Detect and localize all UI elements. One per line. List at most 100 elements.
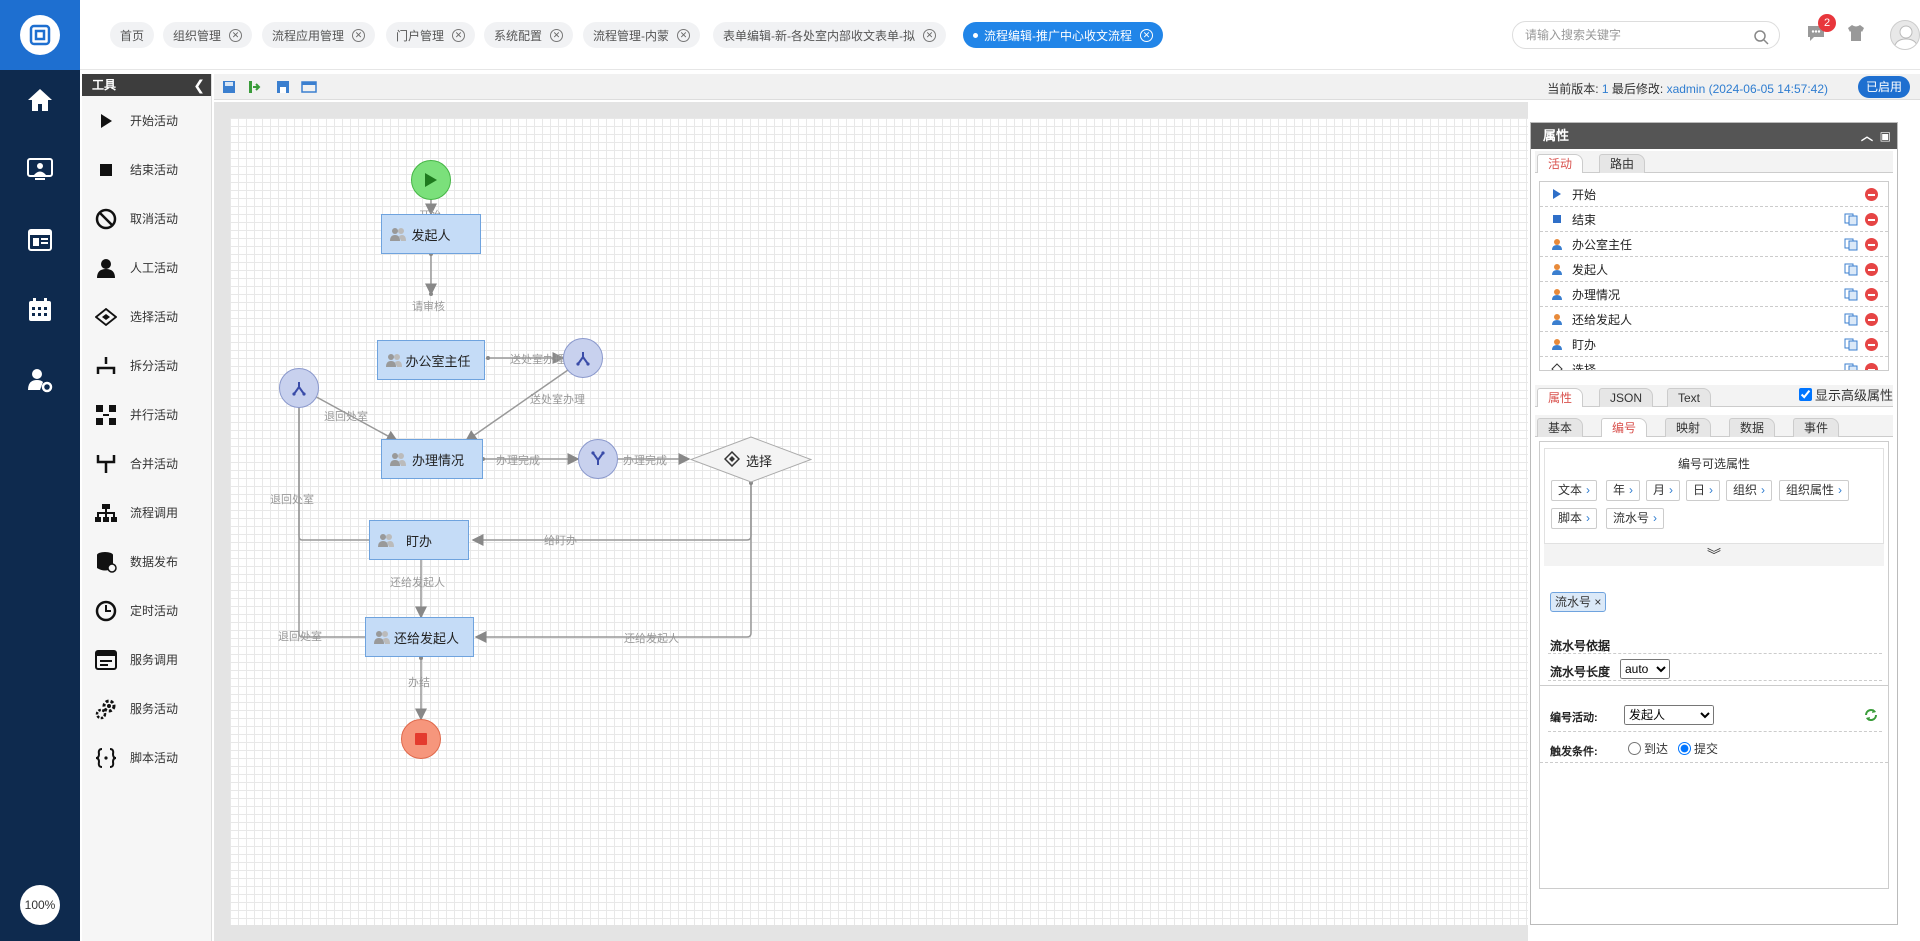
tab-flow-management[interactable]: 流程管理-内蒙 ✕ [583, 22, 700, 48]
tab-data[interactable]: 数据 [1729, 418, 1776, 437]
selected-chip[interactable]: 流水号 × [1550, 592, 1607, 612]
calendar-icon[interactable] [0, 290, 80, 330]
close-icon[interactable]: ✕ [677, 28, 690, 42]
portal-user-icon[interactable] [0, 150, 80, 190]
route-label[interactable]: 还给发起人 [624, 630, 679, 646]
tab-mapping[interactable]: 映射 [1665, 418, 1712, 437]
tab-org-management[interactable]: 组织管理 ✕ [163, 22, 253, 48]
save-icon[interactable] [220, 78, 238, 96]
tab-flow-edit[interactable]: 流程编辑-推广中心收文流程 ✕ [963, 22, 1163, 48]
tab-numbering[interactable]: 编号 [1601, 418, 1648, 437]
tab-activities[interactable]: 活动 [1537, 154, 1584, 173]
search-icon[interactable] [1753, 28, 1769, 54]
tab-form-edit[interactable]: 表单编辑-新-各处室内部收文表单-拟 ✕ [713, 22, 946, 48]
news-icon[interactable] [0, 220, 80, 260]
tool-merge-activity[interactable]: 合并活动 [82, 439, 211, 488]
version-number[interactable]: 1 [1602, 82, 1609, 96]
close-icon[interactable]: × [1594, 595, 1601, 609]
list-item[interactable]: 开始 [1540, 182, 1888, 207]
list-item[interactable]: 还给发起人 [1540, 307, 1888, 332]
delete-icon[interactable] [1865, 238, 1878, 251]
tool-service-activity[interactable]: 服务活动 [82, 684, 211, 733]
tool-process-call[interactable]: 流程调用 [82, 488, 211, 537]
start-node[interactable] [411, 160, 451, 200]
option-script[interactable]: 脚本 › [1551, 508, 1598, 529]
tab-basic[interactable]: 基本 [1537, 418, 1584, 437]
list-item[interactable]: 盯办 [1540, 332, 1888, 357]
option-month[interactable]: 月 › [1646, 480, 1681, 501]
user-settings-icon[interactable] [0, 360, 80, 400]
route-label[interactable]: 送处室办理 [510, 351, 565, 367]
option-day[interactable]: 日 › [1686, 480, 1721, 501]
list-item[interactable]: 办公室主任 [1540, 232, 1888, 257]
route-label[interactable]: 退回处室 [278, 628, 322, 644]
route-label[interactable]: 办理完成 [496, 452, 540, 468]
show-advanced-checkbox[interactable]: 显示高级属性 [1798, 385, 1893, 404]
tool-start-activity[interactable]: 开始活动 [82, 96, 211, 145]
delete-icon[interactable] [1865, 288, 1878, 301]
advanced-checkbox[interactable] [1798, 388, 1812, 401]
node-dingban[interactable]: 盯办 [369, 520, 469, 560]
tool-parallel-activity[interactable]: 并行活动 [82, 390, 211, 439]
route-label[interactable]: 送处室办理 [530, 391, 585, 407]
tool-script-activity[interactable]: 脚本活动 [82, 733, 211, 782]
tab-events[interactable]: 事件 [1793, 418, 1840, 437]
tab-properties[interactable]: 属性 [1537, 388, 1584, 407]
delete-icon[interactable] [1865, 188, 1878, 201]
tab-portal-management[interactable]: 门户管理 ✕ [386, 22, 476, 48]
delete-icon[interactable] [1865, 263, 1878, 276]
flow-canvas[interactable]: 开始 发起人 请审核 办公室主任 送处室办理 送处室办理 退回处室 办理情况 办… [230, 118, 1528, 925]
expand-chevron-icon[interactable]: ︾ [1544, 544, 1884, 566]
delete-icon[interactable] [1865, 313, 1878, 326]
close-icon[interactable]: ✕ [352, 28, 366, 42]
panel-controls[interactable]: ︿ ▣ [1861, 123, 1891, 149]
close-icon[interactable]: ✕ [452, 28, 466, 42]
node-banli[interactable]: 办理情况 [381, 439, 483, 479]
delete-icon[interactable] [1865, 338, 1878, 351]
tab-routes[interactable]: 路由 [1599, 154, 1646, 173]
tab-system-config[interactable]: 系统配置 ✕ [484, 22, 574, 48]
node-bangongshi[interactable]: 办公室主任 [377, 340, 485, 380]
close-icon[interactable]: ✕ [1140, 28, 1153, 42]
close-icon[interactable]: ✕ [923, 28, 936, 42]
option-serial[interactable]: 流水号 › [1606, 508, 1665, 529]
split-node[interactable] [563, 338, 603, 378]
copy-icon[interactable] [1844, 338, 1858, 354]
tool-timer-activity[interactable]: 定时活动 [82, 586, 211, 635]
split-node[interactable] [279, 368, 319, 408]
zoom-indicator[interactable]: 100% [20, 885, 60, 925]
delete-icon[interactable] [1865, 363, 1878, 370]
option-year[interactable]: 年 › [1606, 480, 1641, 501]
option-org-attr[interactable]: 组织属性 › [1779, 480, 1850, 501]
trigger-submit-radio[interactable]: 提交 [1678, 740, 1718, 757]
skin-icon[interactable] [1846, 24, 1866, 45]
option-text[interactable]: 文本 › [1551, 480, 1598, 501]
end-node[interactable] [401, 719, 441, 759]
copy-icon[interactable] [1844, 363, 1858, 370]
close-icon[interactable]: ✕ [229, 28, 243, 42]
list-item[interactable]: 结束 [1540, 207, 1888, 232]
copy-icon[interactable] [1844, 263, 1858, 279]
route-label[interactable]: 退回处室 [324, 408, 368, 424]
trigger-arrive-radio[interactable]: 到达 [1628, 740, 1668, 757]
node-faqiren[interactable]: 发起人 [381, 214, 481, 254]
status-badge[interactable]: 已启用 [1857, 76, 1910, 98]
copy-icon[interactable] [1844, 288, 1858, 304]
choice-node[interactable]: 选择 [690, 436, 812, 483]
app-logo[interactable] [0, 0, 80, 70]
route-label[interactable]: 办理完成 [623, 452, 667, 468]
route-label[interactable]: 还给发起人 [390, 574, 445, 590]
tab-json[interactable]: JSON [1599, 388, 1654, 407]
tab-text[interactable]: Text [1667, 388, 1712, 407]
copy-icon[interactable] [1844, 213, 1858, 229]
tab-flow-app-management[interactable]: 流程应用管理 ✕ [262, 22, 376, 48]
tool-data-publish[interactable]: 数据发布 [82, 537, 211, 586]
merge-node[interactable] [578, 439, 618, 479]
numbering-activity-select[interactable]: 发起人 [1624, 705, 1714, 725]
route-label[interactable]: 给盯办 [544, 532, 577, 548]
tab-home[interactable]: 首页 [110, 22, 155, 48]
publish-icon[interactable] [246, 78, 264, 96]
search-input[interactable]: 请输入搜索关键字 [1512, 21, 1780, 49]
list-item[interactable]: 发起人 [1540, 257, 1888, 282]
list-item[interactable]: 办理情况 [1540, 282, 1888, 307]
